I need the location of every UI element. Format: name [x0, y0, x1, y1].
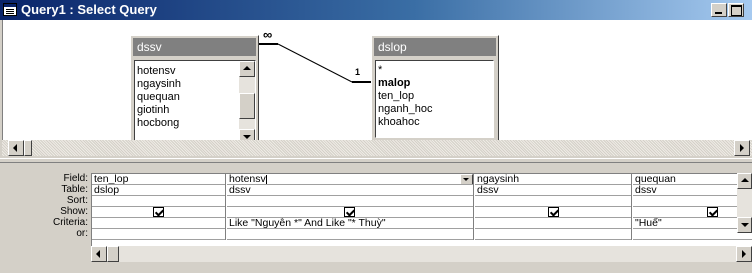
- grid-column[interactable]: ten_lop dslop: [92, 174, 226, 240]
- field-cell[interactable]: hotensv: [227, 174, 473, 185]
- row-label-show: Show:: [60, 206, 88, 217]
- relationship-one-label: 1: [355, 67, 361, 77]
- field-dropdown-button[interactable]: [460, 174, 473, 184]
- table-cell[interactable]: dssv: [475, 185, 631, 196]
- field-cell[interactable]: ten_lop: [92, 174, 225, 185]
- row-label-sort: Sort:: [66, 195, 88, 206]
- grid-horizontal-scrollbar[interactable]: [91, 246, 752, 262]
- row-label-criteria: Criteria:: [52, 217, 88, 228]
- relationship-many-label: ∞: [263, 27, 273, 42]
- grid-column[interactable]: quequan dssv "Huế": [633, 174, 752, 240]
- scroll-thumb[interactable]: [24, 140, 32, 156]
- text-cursor: [265, 174, 267, 184]
- relationship-join-line[interactable]: [3, 20, 752, 140]
- field-cell[interactable]: quequan: [633, 174, 752, 185]
- pane-splitter[interactable]: [0, 158, 752, 163]
- field-cell[interactable]: ngaysinh: [475, 174, 631, 185]
- show-checkbox[interactable]: [707, 207, 718, 217]
- scroll-left-button[interactable]: [91, 246, 107, 262]
- grid-column[interactable]: hotensv dssv Like "Nguyễn *" And Like "*…: [227, 174, 474, 240]
- criteria-cell[interactable]: "Huế": [633, 218, 752, 229]
- grid-column[interactable]: ngaysinh dssv: [475, 174, 632, 240]
- scroll-up-button[interactable]: [737, 173, 752, 189]
- scroll-left-button[interactable]: [8, 140, 24, 156]
- show-checkbox[interactable]: [344, 207, 355, 217]
- sort-cell[interactable]: [227, 196, 473, 207]
- criteria-cell[interactable]: [475, 218, 631, 229]
- sort-cell[interactable]: [633, 196, 752, 207]
- criteria-cell[interactable]: [92, 218, 225, 229]
- scroll-right-button[interactable]: [736, 246, 752, 262]
- query-window-icon: [3, 3, 17, 16]
- show-checkbox[interactable]: [548, 207, 559, 217]
- show-cell[interactable]: [475, 207, 631, 218]
- scroll-thumb[interactable]: [107, 246, 119, 262]
- grid-row-headers: Field: Table: Sort: Show: Criteria: or:: [2, 173, 90, 239]
- criteria-cell[interactable]: Like "Nguyễn *" And Like "* Thuỳ": [227, 218, 473, 229]
- row-label-field: Field:: [63, 173, 88, 184]
- show-checkbox[interactable]: [153, 207, 164, 217]
- field-value[interactable]: hotensv: [229, 174, 266, 184]
- show-cell[interactable]: [633, 207, 752, 218]
- show-cell[interactable]: [92, 207, 225, 218]
- or-cell[interactable]: [92, 229, 225, 240]
- scroll-right-button[interactable]: [734, 140, 750, 156]
- design-grid-area: Field: Table: Sort: Show: Criteria: or: …: [2, 166, 752, 273]
- grid-vertical-scrollbar[interactable]: [737, 173, 752, 233]
- row-label-table: Table:: [61, 184, 88, 195]
- or-cell[interactable]: [227, 229, 473, 240]
- or-cell[interactable]: [475, 229, 631, 240]
- sort-cell[interactable]: [475, 196, 631, 207]
- maximize-button[interactable]: [728, 3, 744, 17]
- title-bar[interactable]: Query1 : Select Query: [0, 0, 752, 20]
- query-design-grid[interactable]: ten_lop dslop hotensv dssv Like "Nguyễn …: [91, 173, 752, 250]
- table-cell[interactable]: dssv: [227, 185, 473, 196]
- design-pane-horizontal-scrollbar[interactable]: [2, 140, 752, 156]
- table-cell[interactable]: dslop: [92, 185, 225, 196]
- minimize-button[interactable]: [711, 3, 727, 17]
- show-cell[interactable]: [227, 207, 473, 218]
- or-cell[interactable]: [633, 229, 752, 240]
- scroll-down-button[interactable]: [737, 217, 752, 233]
- row-label-or: or:: [76, 228, 88, 239]
- window-title: Query1 : Select Query: [21, 2, 157, 17]
- sort-cell[interactable]: [92, 196, 225, 207]
- query-design-pane[interactable]: dssv hotensv ngaysinh quequan giotinh ho…: [2, 20, 752, 148]
- table-cell[interactable]: dssv: [633, 185, 752, 196]
